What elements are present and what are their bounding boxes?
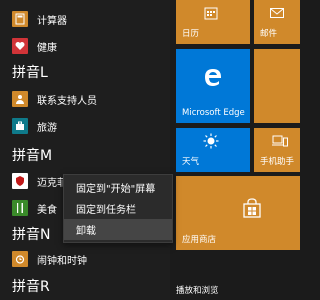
app-item-label: 健康 (37, 42, 57, 54)
tile-label: 手机助手 (260, 157, 295, 167)
tile-mail[interactable]: 邮件 (254, 0, 300, 44)
app-item-food[interactable]: 美食 (12, 197, 57, 219)
tile-store[interactable]: 应用商店 (176, 176, 300, 250)
calendar-icon (204, 6, 218, 23)
tile-label: 日历 (182, 29, 200, 39)
app-list: 计算器 健康 拼音L 联系支持人员 旅游 拼音M 迈克菲 美食 拼音N 闹钟和时… (0, 0, 170, 300)
app-item-mcafee[interactable]: 迈克菲 (12, 170, 67, 192)
shield-icon (12, 173, 28, 189)
section-header-m[interactable]: 拼音M (12, 145, 52, 165)
app-item-travel[interactable]: 旅游 (12, 115, 57, 137)
app-item-label: 旅游 (37, 122, 57, 134)
fork-knife-icon (12, 200, 28, 216)
mail-icon (270, 8, 284, 21)
app-item-label: 闹钟和时钟 (37, 255, 87, 267)
section-header-n[interactable]: 拼音N (12, 224, 50, 244)
tile-label: 天气 (182, 157, 200, 167)
tile-label: 邮件 (260, 29, 278, 39)
app-item-label: 联系支持人员 (37, 95, 97, 107)
app-item-alarms[interactable]: 闹钟和时钟 (12, 248, 87, 270)
tile-label: 应用商店 (182, 235, 217, 245)
context-menu: 固定到"开始"屏幕 固定到任务栏 卸载 (63, 174, 173, 243)
edge-icon (203, 67, 223, 90)
suitcase-icon (12, 118, 28, 134)
app-item-health[interactable]: 健康 (12, 35, 57, 57)
tile-orange-blank[interactable] (254, 49, 300, 123)
heart-icon (12, 38, 28, 54)
app-item-calculator[interactable]: 计算器 (12, 8, 67, 30)
tile-grid: 日历 邮件 Microsoft Edge 天气 手机助手 应用商店 播放和浏览 (170, 0, 300, 300)
tile-microsoft-edge[interactable]: Microsoft Edge (176, 49, 250, 123)
section-header-r[interactable]: 拼音R (12, 276, 50, 296)
calculator-icon (12, 11, 28, 27)
group-label-media[interactable]: 播放和浏览 (176, 284, 219, 296)
app-item-contact-support[interactable]: 联系支持人员 (12, 88, 97, 110)
menu-item-pin-to-start[interactable]: 固定到"开始"屏幕 (64, 177, 172, 198)
tile-phone-companion[interactable]: 手机助手 (254, 128, 300, 172)
tile-label: Microsoft Edge (182, 108, 245, 118)
tile-calendar[interactable]: 日历 (176, 0, 250, 44)
section-header-l[interactable]: 拼音L (12, 62, 48, 82)
alarm-clock-icon (12, 251, 28, 267)
app-item-label: 计算器 (37, 15, 67, 27)
menu-item-uninstall[interactable]: 卸载 (64, 219, 172, 240)
menu-item-pin-to-taskbar[interactable]: 固定到任务栏 (64, 198, 172, 219)
app-item-label: 美食 (37, 204, 57, 216)
sun-icon (203, 133, 219, 152)
store-bag-icon (242, 198, 262, 221)
phone-laptop-icon (272, 135, 288, 150)
tile-weather[interactable]: 天气 (176, 128, 250, 172)
person-icon (12, 91, 28, 107)
